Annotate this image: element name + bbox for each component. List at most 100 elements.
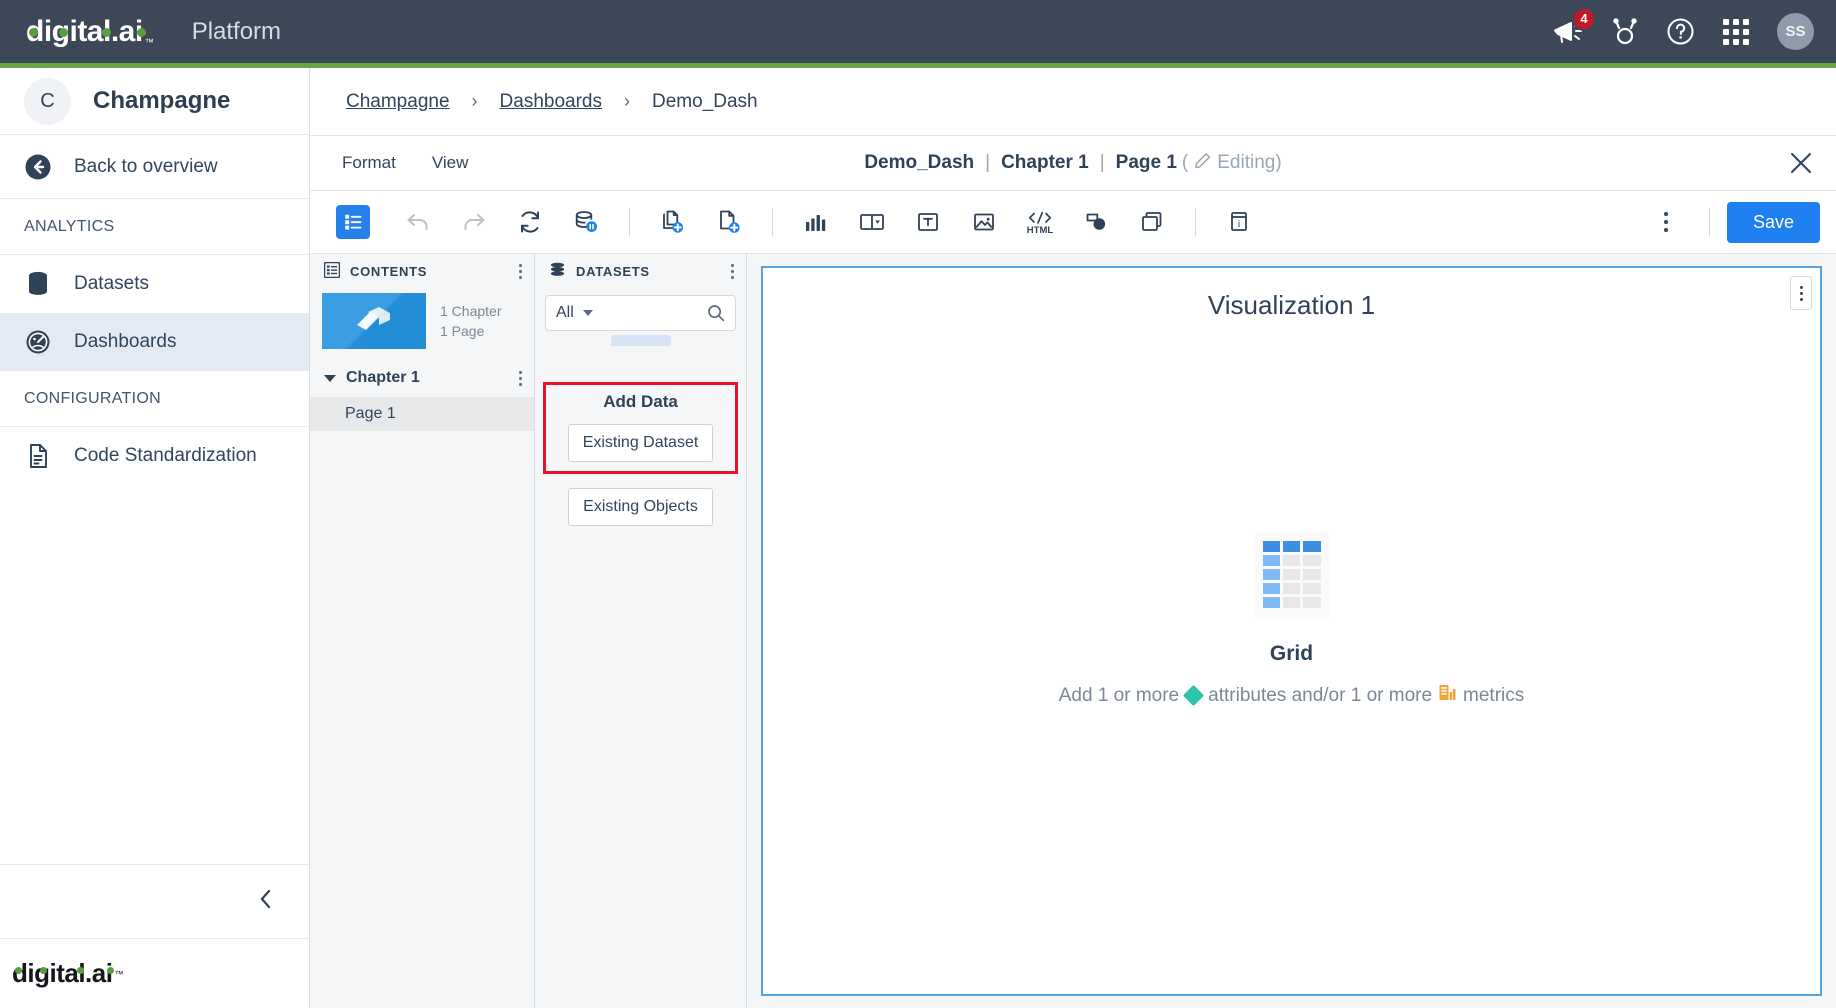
datasets-filter-value[interactable]: All [556,304,574,322]
help-icon[interactable] [1666,17,1695,46]
visualization-hint: Add 1 or more attributes and/or 1 or mor… [1058,684,1525,708]
existing-dataset-button[interactable]: Existing Dataset [567,424,714,462]
editor-toolbar: HTML i Save [310,191,1836,254]
database-icon [24,271,52,297]
datasets-panel-more-icon[interactable] [731,264,734,279]
trophy-icon[interactable] [1612,17,1638,46]
gauge-icon [24,329,52,355]
footer-logo: digital.ai [12,958,114,988]
sidebar-item-datasets[interactable]: Datasets [0,255,309,313]
app-shell: C Champagne Back to overview ANALYTICS D… [0,68,1836,1008]
refresh-icon[interactable] [504,200,556,244]
document-icon [24,443,52,469]
undo-icon[interactable] [392,200,444,244]
existing-objects-button[interactable]: Existing Objects [568,488,713,526]
chevron-down-icon[interactable] [324,374,336,382]
menu-format[interactable]: Format [342,153,396,173]
datasets-panel-title: DATASETS [576,264,650,279]
logo-trademark: ™ [144,36,154,47]
hint-prefix: Add 1 or more [1058,684,1180,706]
add-data-title: Add Data [603,392,678,411]
top-app-bar: digital.ai ™ Platform 4 SS [0,0,1836,63]
chart-icon[interactable] [790,200,842,244]
chevron-down-icon[interactable] [582,310,593,316]
editor-body: CONTENTS 1 Chapter 1 Page Chapter 1 Page… [310,254,1836,1008]
attribute-icon [1183,684,1205,707]
platform-title: Platform [191,17,282,45]
datasets-panel-header: DATASETS [535,254,746,289]
breadcrumb-separator: › [471,91,478,111]
sidebar-footer: digital.ai ™ [0,938,309,1008]
sidebar-section-configuration: CONFIGURATION [0,371,309,427]
duplicate-icon[interactable] [1126,200,1178,244]
breadcrumb: Champagne › Dashboards › Demo_Dash [310,68,1836,136]
panel-stack-icon[interactable] [846,200,898,244]
grid-icon [1254,531,1329,617]
visualization-more-icon[interactable] [1790,276,1812,310]
toolbar-divider [772,208,773,236]
add-page-icon[interactable] [703,200,755,244]
toolbar-divider [1195,208,1196,236]
title-pipe: | [1099,152,1105,173]
contents-chapter-row[interactable]: Chapter 1 [310,359,534,397]
project-name: Champagne [93,87,231,114]
page-count: 1 Page [440,323,485,339]
datasets-active-tab-pill [610,335,671,346]
back-to-overview-button[interactable]: Back to overview [0,135,309,199]
shape-icon[interactable] [1070,200,1122,244]
redo-icon[interactable] [448,200,500,244]
svg-text:i: i [1238,219,1241,230]
breadcrumb-item-champagne[interactable]: Champagne [346,91,450,113]
save-button[interactable]: Save [1726,201,1820,243]
sidebar-collapse-button[interactable] [0,864,309,938]
breadcrumb-item-dashboards[interactable]: Dashboards [500,91,602,113]
toolbar-more-options-icon[interactable] [1640,200,1692,244]
dashboard-canvas: Visualization 1 Grid Add 1 or more attri… [747,254,1836,1008]
html-icon[interactable]: HTML [1014,200,1066,244]
visualization-container[interactable]: Visualization 1 Grid Add 1 or more attri… [761,266,1822,996]
sidebar-project-header[interactable]: C Champagne [0,68,309,135]
dashboard-thumbnail [322,293,426,349]
image-icon[interactable] [958,200,1010,244]
panels-toggle-icon[interactable] [336,205,370,239]
contents-page-row[interactable]: Page 1 [310,397,534,431]
title-pipe: | [985,152,991,173]
sidebar-item-dashboards-label: Dashboards [74,331,177,352]
contents-panel-title: CONTENTS [350,264,428,279]
editor-document-title: Demo_Dash | Chapter 1 | Page 1 ( Editing… [864,152,1281,175]
chapter-more-icon[interactable] [519,370,522,386]
text-icon[interactable] [902,200,954,244]
search-icon[interactable] [707,304,725,322]
digital-ai-logo[interactable]: digital.ai ™ [26,16,154,47]
dashboard-summary-card[interactable]: 1 Chapter 1 Page [310,289,534,359]
avatar[interactable]: SS [1777,13,1814,50]
sidebar: C Champagne Back to overview ANALYTICS D… [0,68,310,1008]
datasets-panel: DATASETS All Add Data Existing Dataset E… [535,254,747,1008]
apps-grid-icon[interactable] [1723,18,1749,45]
info-icon[interactable]: i [1213,200,1265,244]
hint-metrics: metrics [1463,684,1525,706]
contents-panel-header: CONTENTS [310,254,534,289]
contents-panel-more-icon[interactable] [519,264,522,279]
close-icon[interactable] [1788,150,1814,176]
project-avatar: C [24,77,71,125]
dashboard-summary-meta: 1 Chapter 1 Page [440,301,501,342]
title-page: Page 1 [1115,152,1177,173]
contents-panel: CONTENTS 1 Chapter 1 Page Chapter 1 Page… [310,254,535,1008]
chapter-count: 1 Chapter [440,302,502,319]
menu-view[interactable]: View [432,153,469,173]
title-chapter: Chapter 1 [1001,152,1089,173]
pencil-icon [1194,152,1211,175]
back-arrow-icon [24,153,52,181]
add-chapter-icon[interactable] [647,200,699,244]
sidebar-item-code-standardization[interactable]: Code Standardization [0,427,309,485]
sidebar-item-dashboards[interactable]: Dashboards [0,313,309,371]
breadcrumb-item-current: Demo_Dash [651,90,758,112]
main-area: Champagne › Dashboards › Demo_Dash Forma… [310,68,1836,1008]
visualization-placeholder: Grid Add 1 or more attributes and/or 1 o… [1058,283,1525,956]
megaphone-icon[interactable]: 4 [1554,6,1596,45]
datasets-search-bar[interactable]: All [545,295,736,331]
toolbar-divider [629,208,630,236]
dataset-pause-icon[interactable] [560,200,612,244]
